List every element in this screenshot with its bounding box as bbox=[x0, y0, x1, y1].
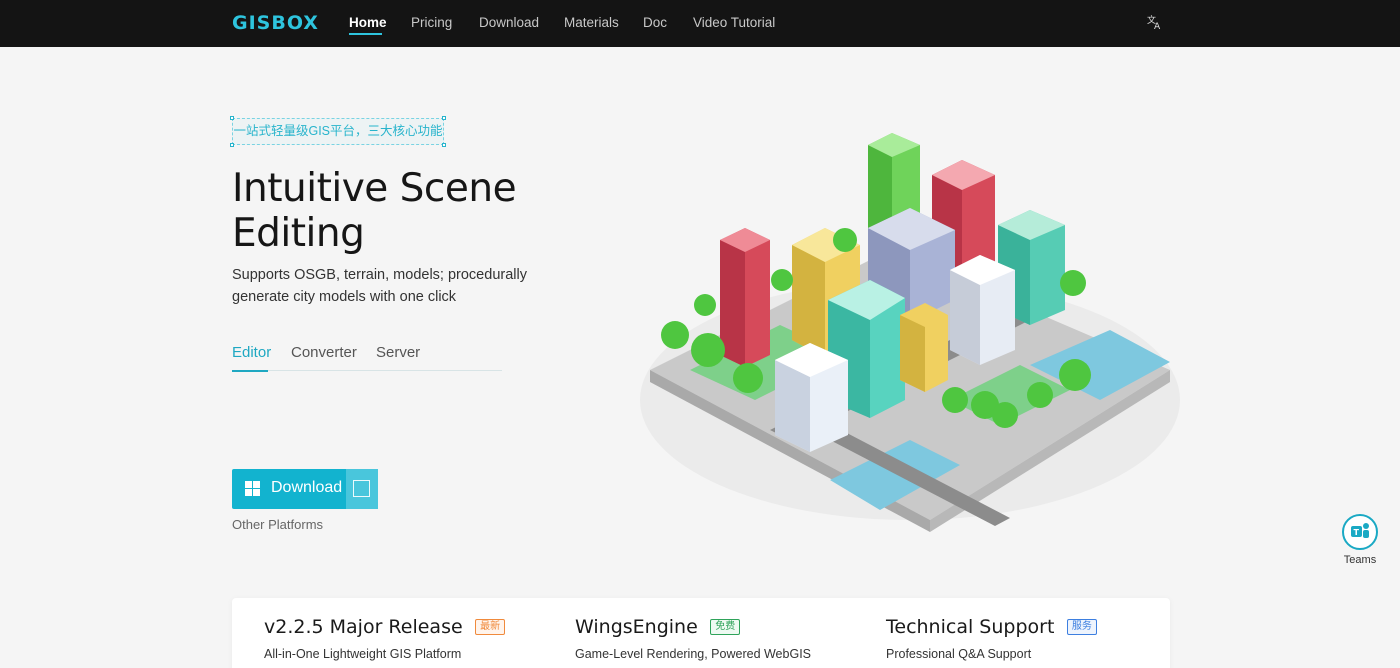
hero-headline: Intuitive Scene Editing bbox=[232, 166, 517, 256]
feature-support[interactable]: Technical Support 服务 Professional Q&A Su… bbox=[886, 616, 1097, 661]
feature-title: v2.2.5 Major Release bbox=[264, 616, 463, 638]
nav-video-tutorial[interactable]: Video Tutorial bbox=[693, 15, 775, 30]
download-label: Download bbox=[271, 479, 343, 496]
nav-materials[interactable]: Materials bbox=[564, 15, 619, 30]
service-badge: 服务 bbox=[1066, 619, 1097, 635]
feature-title: WingsEngine bbox=[575, 616, 698, 638]
svg-text:T: T bbox=[1354, 528, 1360, 537]
new-badge: 最新 bbox=[475, 619, 506, 635]
download-button[interactable]: Download bbox=[232, 469, 378, 509]
hero-tag: 一站式轻量级GIS平台，三大核心功能 bbox=[230, 116, 446, 147]
product-tabs: Editor Converter Server bbox=[232, 344, 502, 372]
city-illustration bbox=[630, 100, 1190, 540]
tab-editor[interactable]: Editor bbox=[232, 344, 271, 361]
translate-icon[interactable]: 文 A bbox=[1146, 14, 1164, 32]
qr-icon bbox=[353, 480, 370, 497]
nav-home[interactable]: Home bbox=[349, 15, 387, 30]
svg-text:A: A bbox=[1154, 22, 1161, 30]
nav-pricing[interactable]: Pricing bbox=[411, 15, 452, 30]
feature-desc: Game-Level Rendering, Powered WebGIS bbox=[575, 647, 811, 661]
windows-icon bbox=[245, 481, 261, 497]
feature-card: v2.2.5 Major Release 最新 All-in-One Light… bbox=[232, 598, 1170, 668]
other-platforms-link[interactable]: Other Platforms bbox=[232, 517, 323, 532]
nav-doc[interactable]: Doc bbox=[643, 15, 667, 30]
hero-tag-text: 一站式轻量级GIS平台，三大核心功能 bbox=[233, 124, 443, 138]
feature-desc: Professional Q&A Support bbox=[886, 647, 1032, 661]
free-badge: 免费 bbox=[710, 619, 741, 635]
feature-title: Technical Support bbox=[886, 616, 1055, 638]
tab-converter[interactable]: Converter bbox=[291, 344, 357, 361]
nav-active-indicator bbox=[349, 33, 382, 35]
qr-code-toggle[interactable] bbox=[346, 469, 378, 509]
teams-icon: T bbox=[1342, 514, 1378, 550]
top-nav: GISBOX Home Pricing Download Materials D… bbox=[0, 0, 1400, 47]
nav-download[interactable]: Download bbox=[479, 15, 539, 30]
feature-release[interactable]: v2.2.5 Major Release 最新 All-in-One Light… bbox=[264, 616, 506, 661]
tab-server[interactable]: Server bbox=[376, 344, 420, 361]
teams-label: Teams bbox=[1343, 554, 1377, 566]
teams-contact[interactable]: T Teams bbox=[1340, 514, 1380, 566]
feature-wingsengine[interactable]: WingsEngine 免费 Game-Level Rendering, Pow… bbox=[575, 616, 811, 661]
tab-active-indicator bbox=[232, 370, 268, 372]
gisbox-logo[interactable]: GISBOX bbox=[232, 12, 319, 34]
feature-desc: All-in-One Lightweight GIS Platform bbox=[264, 647, 462, 661]
hero-subline: Supports OSGB, terrain, models; procedur… bbox=[232, 267, 527, 305]
